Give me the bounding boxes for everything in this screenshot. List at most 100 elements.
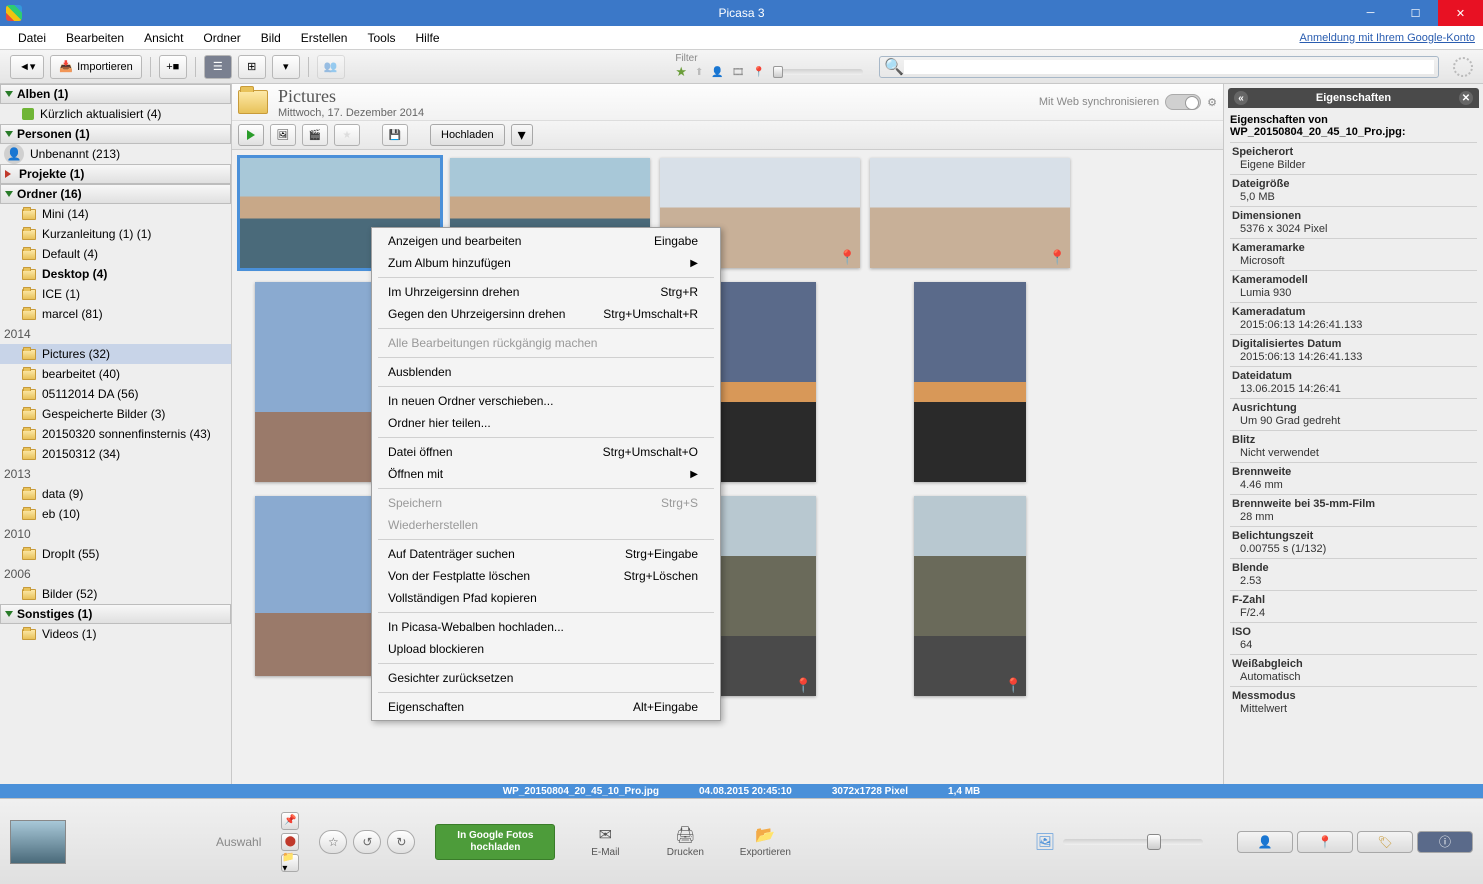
- menu-ordner[interactable]: Ordner: [193, 31, 250, 45]
- view-grid-button[interactable]: ⊞: [238, 55, 266, 79]
- sidebar-item[interactable]: eb (10): [0, 504, 231, 524]
- rotate-left-button[interactable]: ↺: [353, 830, 381, 854]
- menu-tools[interactable]: Tools: [357, 31, 405, 45]
- people-button[interactable]: 👥: [317, 55, 345, 79]
- sidebar-item[interactable]: Desktop (4): [0, 264, 231, 284]
- places-panel-button[interactable]: 📍: [1297, 831, 1353, 853]
- pin-button[interactable]: 📌: [281, 812, 299, 830]
- menu-bearbeiten[interactable]: Bearbeiten: [56, 31, 134, 45]
- panel-close-icon[interactable]: ✕: [1459, 91, 1473, 105]
- close-button[interactable]: ✕: [1438, 0, 1483, 26]
- menu-bild[interactable]: Bild: [251, 31, 291, 45]
- add-button[interactable]: +■: [159, 55, 187, 79]
- view-dropdown[interactable]: ▾: [272, 55, 300, 79]
- menu-datei[interactable]: Datei: [8, 31, 56, 45]
- context-menu-item[interactable]: Anzeigen und bearbeitenEingabe: [374, 230, 718, 252]
- save-button[interactable]: 💾: [382, 124, 408, 146]
- sidebar-item[interactable]: Kürzlich aktualisiert (4): [0, 104, 231, 124]
- sidebar-item[interactable]: Videos (1): [0, 624, 231, 644]
- record-button[interactable]: ⬤: [281, 833, 299, 851]
- sidebar-header[interactable]: Ordner (16): [0, 184, 231, 204]
- sidebar-item[interactable]: bearbeitet (40): [0, 364, 231, 384]
- context-menu-item[interactable]: Zum Album hinzufügen▶: [374, 252, 718, 274]
- sidebar-item[interactable]: 👤Unbenannt (213): [0, 144, 231, 164]
- context-item-label: Gegen den Uhrzeigersinn drehen: [388, 307, 565, 321]
- export-button[interactable]: 📂Exportieren: [735, 825, 795, 858]
- thumbnail[interactable]: [914, 282, 1026, 482]
- zoom-slider[interactable]: [1063, 839, 1203, 845]
- context-menu-item[interactable]: Datei öffnenStrg+Umschalt+O: [374, 441, 718, 463]
- maximize-button[interactable]: ☐: [1393, 0, 1438, 26]
- menu-ansicht[interactable]: Ansicht: [134, 31, 193, 45]
- search-box[interactable]: 🔍: [879, 56, 1439, 78]
- sidebar-header[interactable]: Personen (1): [0, 124, 231, 144]
- collage-button[interactable]: 🖼: [270, 124, 296, 146]
- movie-button[interactable]: 🎬: [302, 124, 328, 146]
- minimize-button[interactable]: ─: [1348, 0, 1393, 26]
- sidebar-item[interactable]: Pictures (32): [0, 344, 231, 364]
- context-menu-item[interactable]: Öffnen mit▶: [374, 463, 718, 485]
- context-menu-item[interactable]: EigenschaftenAlt+Eingabe: [374, 696, 718, 718]
- upload-dropdown[interactable]: ▾: [511, 124, 533, 146]
- menu-hilfe[interactable]: Hilfe: [406, 31, 450, 45]
- panel-back-icon[interactable]: «: [1234, 91, 1248, 105]
- context-menu-item[interactable]: Im Uhrzeigersinn drehenStrg+R: [374, 281, 718, 303]
- menu-erstellen[interactable]: Erstellen: [291, 31, 358, 45]
- thumbnail[interactable]: 📍: [870, 158, 1070, 268]
- sidebar-item[interactable]: data (9): [0, 484, 231, 504]
- tray-button[interactable]: 📁▾: [281, 854, 299, 872]
- sidebar-header[interactable]: Alben (1): [0, 84, 231, 104]
- web-sync-toggle[interactable]: [1165, 94, 1201, 110]
- search-input[interactable]: [904, 60, 1434, 74]
- context-menu-item[interactable]: Gesichter zurücksetzen: [374, 667, 718, 689]
- view-list-button[interactable]: ☰: [204, 55, 232, 79]
- star-toggle-button[interactable]: ☆: [319, 830, 347, 854]
- sidebar-item[interactable]: Gespeicherte Bilder (3): [0, 404, 231, 424]
- sidebar-item[interactable]: marcel (81): [0, 304, 231, 324]
- context-menu-item[interactable]: Gegen den Uhrzeigersinn drehenStrg+Umsch…: [374, 303, 718, 325]
- context-menu-item[interactable]: In neuen Ordner verschieben...: [374, 390, 718, 412]
- context-menu-item[interactable]: Ausblenden: [374, 361, 718, 383]
- sidebar-item[interactable]: Kurzanleitung (1) (1): [0, 224, 231, 244]
- filter-person-icon[interactable]: 👤: [711, 67, 723, 78]
- sidebar-item[interactable]: Default (4): [0, 244, 231, 264]
- context-menu-item[interactable]: Upload blockieren: [374, 638, 718, 660]
- context-menu-item[interactable]: Ordner hier teilen...: [374, 412, 718, 434]
- filter-geo-icon[interactable]: 📍: [753, 67, 765, 78]
- context-menu-item[interactable]: Von der Festplatte löschenStrg+Löschen: [374, 565, 718, 587]
- selection-thumbnail[interactable]: [10, 820, 66, 864]
- context-shortcut: Strg+Umschalt+O: [603, 445, 698, 459]
- thumbnail[interactable]: 📍: [914, 496, 1026, 696]
- back-button[interactable]: ◄▾: [10, 55, 44, 79]
- context-menu-item[interactable]: Auf Datenträger suchenStrg+Eingabe: [374, 543, 718, 565]
- property-label: Messmodus: [1232, 690, 1477, 702]
- sidebar-item[interactable]: 20150312 (34): [0, 444, 231, 464]
- sidebar-item[interactable]: 20150320 sonnenfinsternis (43): [0, 424, 231, 444]
- email-button[interactable]: ✉E-Mail: [575, 825, 635, 858]
- settings-icon[interactable]: ⚙: [1207, 96, 1217, 109]
- print-button[interactable]: 🖨Drucken: [655, 825, 715, 858]
- star-button[interactable]: ★: [334, 124, 360, 146]
- rotate-right-button[interactable]: ↻: [387, 830, 415, 854]
- people-panel-button[interactable]: 👤: [1237, 831, 1293, 853]
- import-button[interactable]: 📥 Importieren: [50, 55, 141, 79]
- sidebar-item[interactable]: Bilder (52): [0, 584, 231, 604]
- info-panel-button[interactable]: ⓘ: [1417, 831, 1473, 853]
- filter-upload-icon[interactable]: ⬆: [695, 67, 703, 78]
- sidebar-item[interactable]: ICE (1): [0, 284, 231, 304]
- tags-panel-button[interactable]: 🏷: [1357, 831, 1413, 853]
- filter-movie-icon[interactable]: 🎞: [732, 67, 745, 78]
- sidebar-header[interactable]: Sonstiges (1): [0, 604, 231, 624]
- google-photos-upload-button[interactable]: In Google Fotos hochladen: [435, 824, 555, 860]
- sidebar-item[interactable]: 05112014 DA (56): [0, 384, 231, 404]
- upload-button[interactable]: Hochladen: [430, 124, 505, 146]
- play-slideshow-button[interactable]: [238, 124, 264, 146]
- sidebar-item[interactable]: DropIt (55): [0, 544, 231, 564]
- context-menu-item[interactable]: In Picasa-Webalben hochladen...: [374, 616, 718, 638]
- google-signin-link[interactable]: Anmeldung mit Ihrem Google-Konto: [1300, 32, 1475, 44]
- context-menu-item[interactable]: Vollständigen Pfad kopieren: [374, 587, 718, 609]
- filter-slider[interactable]: [773, 69, 863, 75]
- sidebar-item[interactable]: Mini (14): [0, 204, 231, 224]
- filter-star-icon[interactable]: ★: [675, 64, 687, 80]
- sidebar-header[interactable]: Projekte (1): [0, 164, 231, 184]
